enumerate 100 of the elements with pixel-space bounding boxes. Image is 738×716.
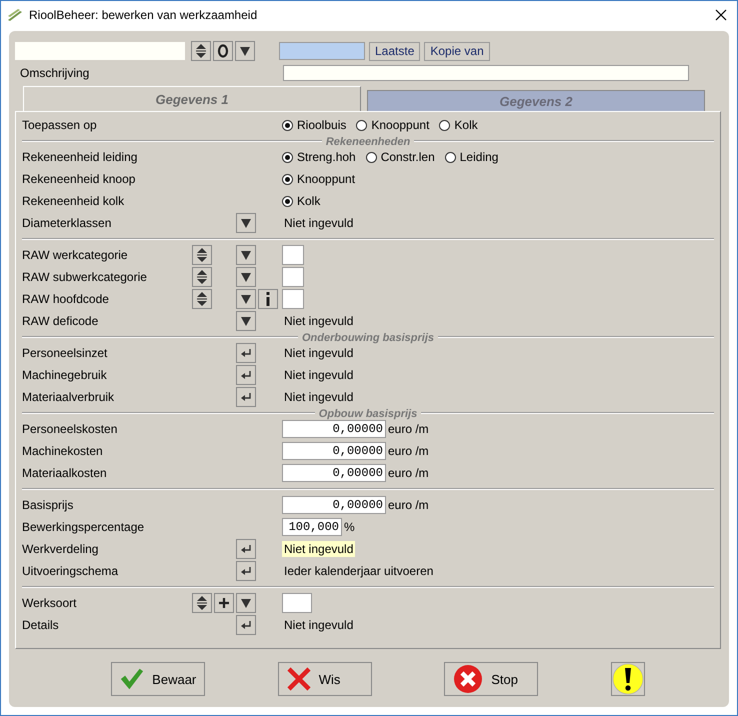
radio-button[interactable]: Constr.len [366,150,435,164]
color-field[interactable] [279,42,365,60]
field-label: Uitvoeringschema [22,564,120,578]
info-icon [265,292,271,306]
dropdown-button[interactable] [236,593,256,613]
stop-icon [453,664,484,694]
enter-button[interactable] [236,365,256,385]
radio-button[interactable]: Knooppunt [282,172,356,186]
circle-button[interactable] [213,41,233,61]
radio-button[interactable]: Kolk [439,118,478,132]
field-label: Rekeneenheid kolk [22,194,126,208]
spin-button[interactable] [192,289,212,309]
spin-button[interactable] [192,245,212,265]
value-text: Niet ingevuld [283,389,354,405]
radio-button[interactable]: Leiding [444,150,498,164]
enter-button[interactable] [236,539,256,559]
up-down-arrows-icon [195,595,209,611]
caret-icon [239,45,251,57]
field-label: Basisprijs [22,498,74,512]
field-label: Werksoort [22,596,78,610]
code-field[interactable] [282,245,304,265]
app-icon [7,8,23,22]
return-arrow-icon [240,348,252,358]
dropdown-button[interactable] [236,245,256,265]
field-label: RAW hoofdcode [22,292,110,306]
value-text: Ieder kalenderjaar uitvoeren [283,563,434,579]
number-field[interactable]: 0,00000 [282,464,386,482]
caret-icon [240,293,252,305]
field-label: Werkverdeling [22,542,100,556]
number-field[interactable]: 0,00000 [282,420,386,438]
cross-icon [286,667,311,691]
description-field[interactable] [283,65,689,81]
dropdown-button[interactable] [236,311,256,331]
info-button[interactable] [258,289,278,309]
action-button[interactable]: Bewaar [111,662,206,696]
value-text: Niet ingevuld [283,367,354,383]
unit-label: % [344,520,355,534]
enter-button[interactable] [236,387,256,407]
field-label: Rekeneenheid leiding [22,150,138,164]
field-label: Toepassen op [22,118,98,132]
window-title: RioolBeheer: bewerken van werkzaamheid [29,8,258,22]
value-text: Niet ingevuld [283,215,354,231]
action-button[interactable]: Wis [278,662,372,696]
enter-button[interactable] [236,615,256,635]
code-field[interactable] [282,267,304,287]
section-title: Rekeneenheden [322,136,414,148]
dropdown-button[interactable] [235,41,255,61]
code-field[interactable] [282,289,304,309]
caret-icon [240,315,252,327]
action-button[interactable]: Kopie van [424,42,490,60]
spin-button[interactable] [192,593,212,613]
field-label: Personeelskosten [22,422,118,436]
field-label: RAW subwerkcategorie [22,270,148,284]
return-arrow-icon [240,566,252,576]
dropdown-button[interactable] [236,213,256,233]
number-field[interactable]: 100,000 [282,518,342,536]
field-label: Machinegebruik [22,368,108,382]
return-arrow-icon [240,544,252,554]
dropdown-button[interactable] [236,289,256,309]
radio-button[interactable]: Knooppunt [356,118,430,132]
up-down-arrows-icon [195,247,209,263]
action-button[interactable]: Laatste [369,42,420,60]
caret-icon [240,249,252,261]
radio-button[interactable]: Kolk [282,194,320,208]
unit-label: euro /m [388,498,429,512]
code-field[interactable] [282,593,312,613]
section-title: Opbouw basisprijs [314,408,422,420]
field-label: Materiaalkosten [22,466,108,480]
value-text: Niet ingevuld [283,617,354,633]
add-button[interactable] [214,593,234,613]
field-label: Diameterklassen [22,216,112,230]
tab[interactable]: Gegevens 1 [23,86,361,112]
number-field[interactable]: 0,00000 [282,496,386,514]
unit-label: euro /m [388,466,429,480]
action-button[interactable]: Stop [444,662,538,696]
checkmark-icon [120,666,144,692]
action-button[interactable] [610,662,645,696]
spin-button[interactable] [191,41,211,61]
enter-button[interactable] [236,561,256,581]
code-field[interactable] [15,42,185,60]
up-down-arrows-icon [195,269,209,285]
radio-button[interactable]: Streng.hoh [282,150,356,164]
warning-icon [612,663,644,695]
radio-button[interactable]: Rioolbuis [282,118,346,132]
caret-icon [240,217,252,229]
spin-button[interactable] [192,267,212,287]
number-field[interactable]: 0,00000 [282,442,386,460]
close-icon[interactable] [715,9,727,21]
field-label: Machinekosten [22,444,104,458]
dropdown-button[interactable] [236,267,256,287]
field-label: Rekeneenheid knoop [22,172,136,186]
enter-button[interactable] [236,343,256,363]
field-label: Omschrijving [19,66,90,80]
caret-icon [240,271,252,283]
caret-icon [240,597,252,609]
field-label: Materiaalverbruik [22,390,116,404]
section-title: Onderbouwing basisprijs [298,332,438,344]
value-text: Niet ingevuld [283,313,354,329]
return-arrow-icon [240,370,252,380]
value-text: Niet ingevuld [283,345,354,361]
